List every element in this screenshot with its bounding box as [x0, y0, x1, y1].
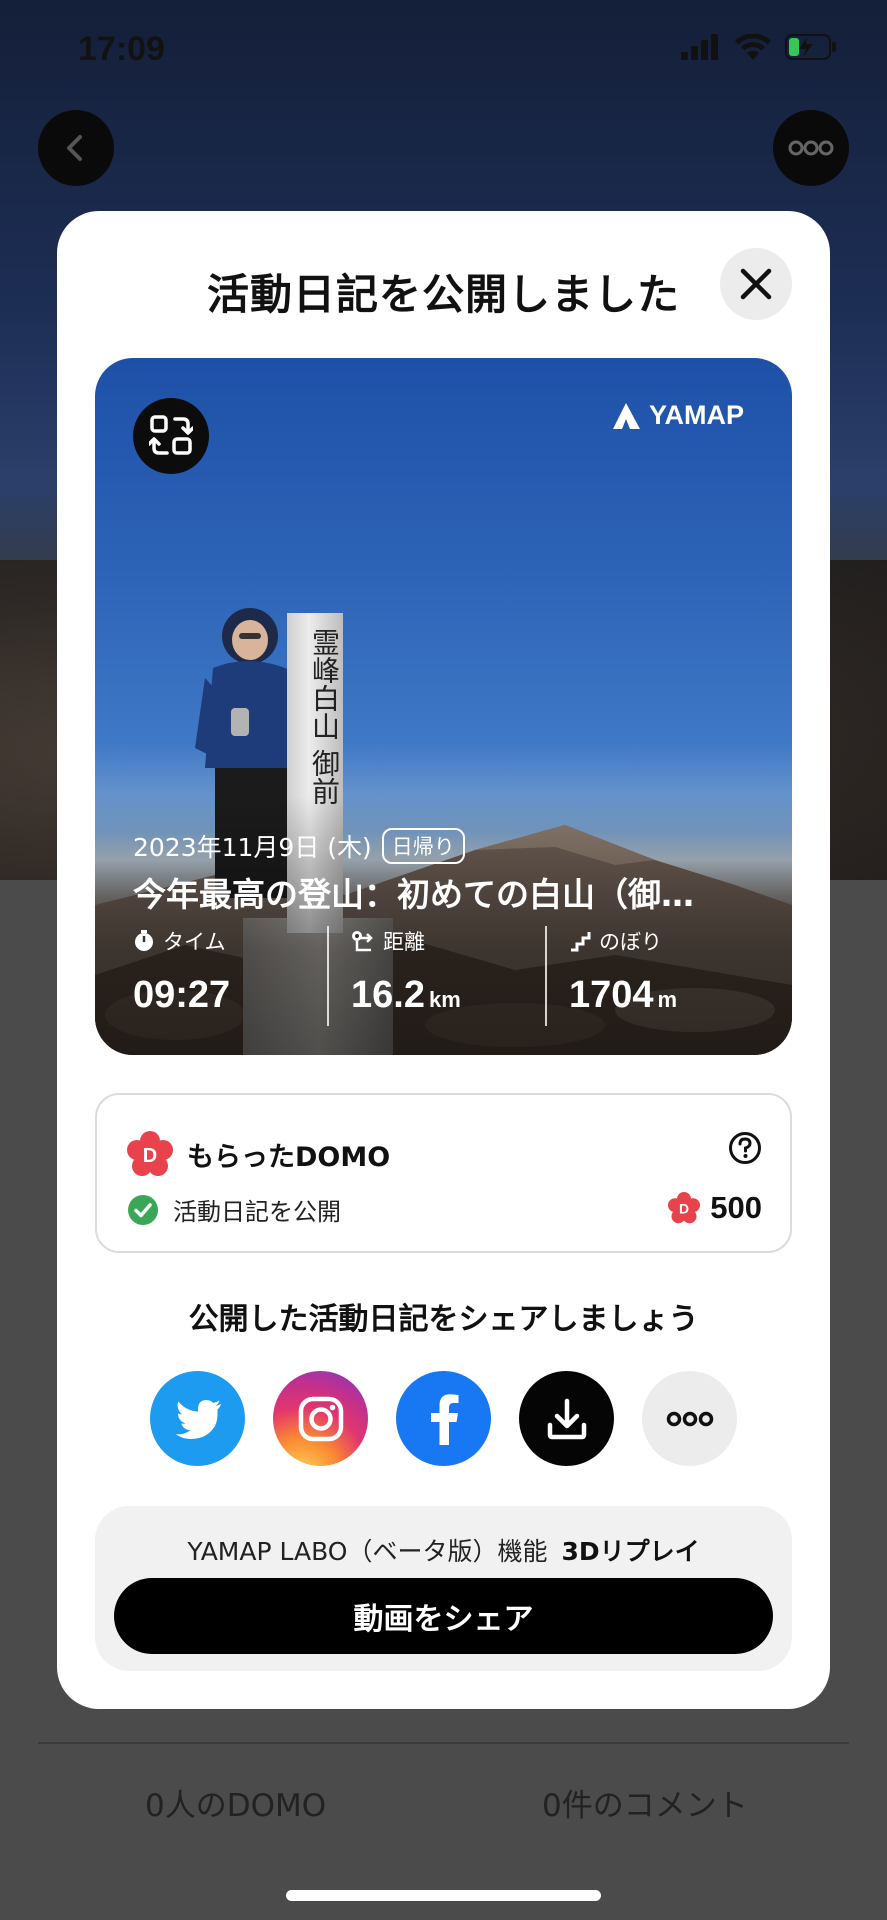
stat-ascent: のぼり 1704 m — [545, 926, 763, 1026]
status-icons — [681, 34, 837, 60]
activity-date-row: 2023年11月9日 (木) 日帰り — [133, 828, 465, 864]
domo-heading: もらったDOMO — [187, 1141, 391, 1173]
more-horizontal-icon — [788, 140, 834, 156]
comment-count[interactable]: 0件のコメント — [542, 1780, 748, 1825]
share-video-button[interactable]: 動画をシェア — [114, 1578, 773, 1654]
home-indicator[interactable] — [286, 1890, 601, 1901]
activity-stats: タイム 09:27 距離 16.2 km のぼり 1704 m — [133, 926, 763, 1026]
signal-icon — [681, 34, 718, 60]
status-time: 17:09 — [78, 30, 165, 68]
route-icon — [352, 931, 373, 952]
yamap-logo-text: YAMAP — [648, 400, 744, 430]
share-twitter-button[interactable] — [150, 1371, 245, 1466]
svg-text:D: D — [679, 1201, 689, 1217]
domo-points-value: 500 — [710, 1190, 762, 1225]
battery-icon — [785, 34, 836, 60]
instagram-icon — [298, 1396, 343, 1441]
labo-label: YAMAP LABO（ベータ版）機能 — [187, 1537, 548, 1566]
activity-date: 2023年11月9日 (木) — [133, 833, 372, 862]
share-more-button[interactable] — [642, 1371, 737, 1466]
domo-count[interactable]: 0人のDOMO — [145, 1780, 326, 1825]
download-icon — [547, 1398, 586, 1439]
domo-points: D 500 — [668, 1190, 762, 1226]
publish-complete-modal: 活動日記を公開しました 霊峰白山 御前 YAMAP 2023年11月9日 (木)… — [57, 211, 830, 1709]
daytrip-tag: 日帰り — [381, 828, 465, 864]
help-icon — [729, 1132, 761, 1164]
chevron-left-icon — [67, 135, 82, 161]
domo-help-button[interactable] — [728, 1131, 762, 1169]
labo-feature: 3Dリプレイ — [561, 1537, 700, 1566]
stat-ascent-value: 1704 — [569, 974, 654, 1016]
change-photo-button[interactable] — [133, 398, 209, 474]
svg-text:D: D — [143, 1145, 157, 1167]
domo-item-label: 活動日記を公開 — [173, 1198, 341, 1226]
download-button[interactable] — [519, 1371, 614, 1466]
more-options-button[interactable] — [773, 110, 849, 186]
status-bar: 17:09 — [0, 0, 887, 100]
stat-ascent-unit: m — [657, 987, 678, 1012]
domo-earned-card: D もらったDOMO 活動日記を公開 D 500 — [95, 1093, 792, 1253]
ascent-icon — [571, 932, 591, 952]
summit-pillar-text: 霊峰白山 御前 — [308, 628, 341, 805]
wifi-icon — [735, 34, 771, 60]
stat-distance-value: 16.2 — [351, 974, 425, 1016]
facebook-icon — [430, 1393, 458, 1445]
close-icon — [740, 268, 772, 300]
background-divider — [38, 1742, 849, 1744]
share-instagram-button[interactable] — [273, 1371, 368, 1466]
yamap-logo: YAMAP — [612, 400, 744, 431]
stat-distance-unit: km — [428, 987, 461, 1012]
domo-flower-icon: D — [127, 1131, 173, 1176]
stat-distance-label: 距離 — [383, 930, 425, 954]
swap-photo-icon — [149, 415, 193, 455]
labo-description: YAMAP LABO（ベータ版）機能 3Dリプレイ — [95, 1532, 792, 1568]
stat-time: タイム 09:27 — [133, 926, 327, 1026]
stopwatch-icon — [135, 930, 153, 951]
activity-title: 今年最高の登山：初めての白山（御… — [133, 875, 694, 914]
close-button[interactable] — [720, 248, 792, 320]
domo-small-icon: D — [668, 1192, 701, 1224]
stat-time-label: タイム — [163, 930, 226, 954]
share-heading: 公開した活動日記をシェアしましょう — [188, 1302, 699, 1337]
yamap-mountain-icon — [612, 402, 640, 429]
activity-photo-card[interactable]: 霊峰白山 御前 YAMAP 2023年11月9日 (木) 日帰り 今年最高の登山… — [95, 358, 792, 1055]
stat-distance: 距離 16.2 km — [327, 926, 545, 1026]
stat-ascent-label: のぼり — [599, 930, 662, 954]
stat-time-value: 09:27 — [133, 974, 231, 1016]
share-facebook-button[interactable] — [396, 1371, 491, 1466]
more-icon — [666, 1411, 713, 1426]
back-button[interactable] — [38, 110, 114, 186]
yamap-labo-section: YAMAP LABO（ベータ版）機能 3Dリプレイ 動画をシェア — [95, 1506, 792, 1671]
twitter-icon — [175, 1399, 221, 1439]
check-circle-icon — [128, 1194, 158, 1225]
modal-title: 活動日記を公開しました — [206, 270, 680, 319]
share-buttons — [150, 1371, 737, 1466]
